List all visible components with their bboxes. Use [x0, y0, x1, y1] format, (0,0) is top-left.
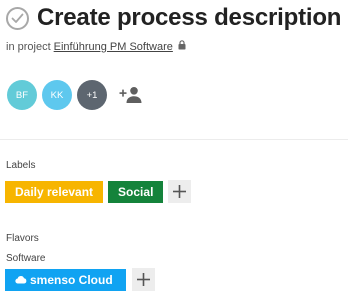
project-prefix: in project [6, 40, 51, 53]
add-label-plus-icon[interactable] [168, 180, 192, 203]
label-chip-daily-relevant[interactable]: Daily relevant [5, 180, 104, 203]
lock-icon [178, 40, 186, 53]
software-heading: Software [6, 253, 46, 264]
software-list: smenso Cloud [5, 268, 155, 291]
add-person-icon[interactable] [119, 86, 143, 104]
project-info: in project Einführung PM Software [6, 40, 186, 53]
complete-task-check-icon[interactable] [6, 6, 29, 30]
add-software-plus-icon[interactable] [131, 268, 155, 291]
label-chip-social[interactable]: Social [108, 180, 164, 203]
avatar-bf[interactable]: BF [7, 80, 37, 110]
software-chip-label: smenso Cloud [30, 272, 113, 287]
software-chip-smenso-cloud[interactable]: smenso Cloud [5, 268, 126, 291]
labels-list: Daily relevant Social [5, 180, 192, 203]
section-divider [0, 139, 348, 140]
labels-heading: Labels [6, 160, 36, 171]
cloud-icon [15, 276, 27, 284]
title-row: Create process description [6, 4, 341, 32]
page-title: Create process description [37, 4, 342, 31]
avatar-more-count[interactable]: +1 [77, 80, 107, 110]
avatar-kk[interactable]: KK [42, 80, 72, 110]
flavors-heading: Flavors [6, 233, 39, 244]
project-link[interactable]: Einführung PM Software [54, 41, 173, 53]
assignee-avatars: BF KK +1 [7, 80, 143, 110]
